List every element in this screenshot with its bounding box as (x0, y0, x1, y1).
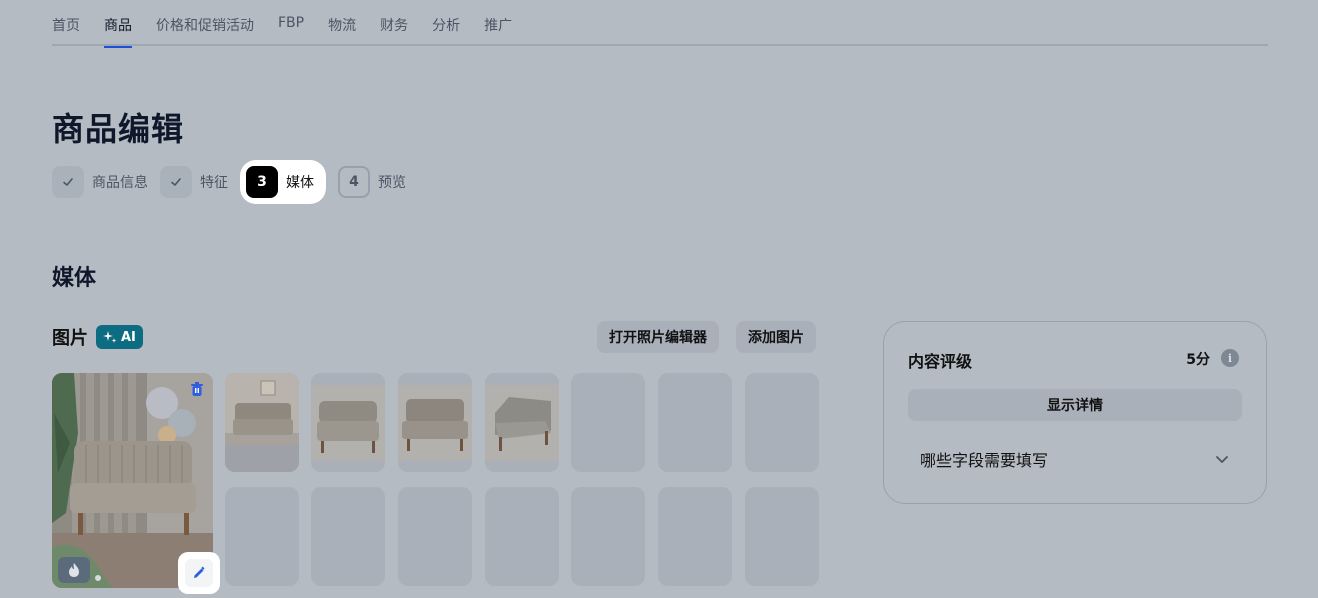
images-header: 图片 AI (52, 324, 143, 350)
nav-item-products[interactable]: 商品 (104, 0, 132, 48)
top-nav: 首页 商品 价格和促销活动 FBP 物流 财务 分析 推广 (52, 0, 1268, 48)
step-preview[interactable]: 4 预览 (338, 160, 406, 204)
required-fields-toggle[interactable]: 哪些字段需要填写 (908, 439, 1242, 479)
nav-item-finance[interactable]: 财务 (380, 0, 408, 46)
empty-image-slot[interactable] (745, 487, 819, 586)
sofa-front-2-image (398, 373, 472, 472)
fire-button[interactable] (58, 557, 90, 583)
empty-image-slot[interactable] (745, 373, 819, 472)
content-rating-panel: 内容评级 5分 i 显示详情 哪些字段需要填写 (883, 321, 1267, 504)
sofa-side-image (485, 373, 559, 472)
open-photo-editor-button[interactable]: 打开照片编辑器 (597, 321, 719, 353)
sofa-room-image (225, 373, 299, 472)
empty-image-slot[interactable] (311, 487, 385, 586)
empty-image-slot[interactable] (225, 487, 299, 586)
nav-item-home[interactable]: 首页 (52, 0, 80, 46)
images-label: 图片 (52, 328, 88, 349)
stepper: 商品信息 特征 3 媒体 4 预览 (52, 160, 418, 204)
content-rating-title: 内容评级 (908, 352, 973, 371)
thumbnail-1[interactable] (225, 373, 299, 472)
nav-item-analytics[interactable]: 分析 (432, 0, 460, 46)
step-media[interactable]: 3 媒体 (240, 160, 326, 204)
media-section-title: 媒体 (52, 266, 97, 291)
step-label: 特征 (200, 175, 228, 191)
page-title: 商品编辑 (52, 110, 185, 148)
show-details-button[interactable]: 显示详情 (908, 389, 1242, 421)
empty-image-slot[interactable] (485, 487, 559, 586)
empty-image-slot[interactable] (571, 373, 645, 472)
step-product-info[interactable]: 商品信息 (52, 160, 148, 204)
content-rating-score: 5分 (1186, 352, 1210, 368)
thumbnail-2[interactable] (311, 373, 385, 472)
chevron-down-icon (1216, 456, 1228, 463)
thumbnail-3[interactable] (398, 373, 472, 472)
checkmark-icon (160, 166, 192, 198)
sparkle-icon (103, 331, 117, 343)
checkmark-icon (52, 166, 84, 198)
step-features[interactable]: 特征 (160, 160, 228, 204)
empty-image-slot[interactable] (398, 487, 472, 586)
nav-item-pricing[interactable]: 价格和促销活动 (156, 0, 254, 46)
empty-image-slot[interactable] (658, 373, 732, 472)
nav-item-promotion[interactable]: 推广 (484, 0, 512, 46)
empty-image-slot[interactable] (571, 487, 645, 586)
pencil-icon (194, 566, 205, 578)
ai-badge-label: AI (121, 329, 136, 345)
ai-badge[interactable]: AI (96, 325, 143, 349)
step-label: 预览 (378, 175, 406, 191)
fire-icon (69, 563, 79, 577)
info-icon[interactable]: i (1221, 349, 1239, 367)
step-number: 3 (246, 166, 278, 198)
edit-photo-highlight (178, 552, 220, 594)
required-fields-label: 哪些字段需要填写 (920, 451, 1049, 470)
nav-item-logistics[interactable]: 物流 (328, 0, 356, 46)
thumbnail-4[interactable] (485, 373, 559, 472)
step-number: 4 (338, 166, 370, 198)
delete-photo-button[interactable] (187, 379, 207, 399)
trash-icon (191, 382, 203, 396)
edit-photo-button[interactable] (185, 559, 213, 587)
step-label: 商品信息 (92, 175, 148, 191)
sofa-front-image (311, 373, 385, 472)
nav-item-fbp[interactable]: FBP (278, 0, 304, 46)
step-label: 媒体 (286, 175, 314, 191)
add-image-button[interactable]: 添加图片 (736, 321, 816, 353)
empty-image-slot[interactable] (658, 487, 732, 586)
